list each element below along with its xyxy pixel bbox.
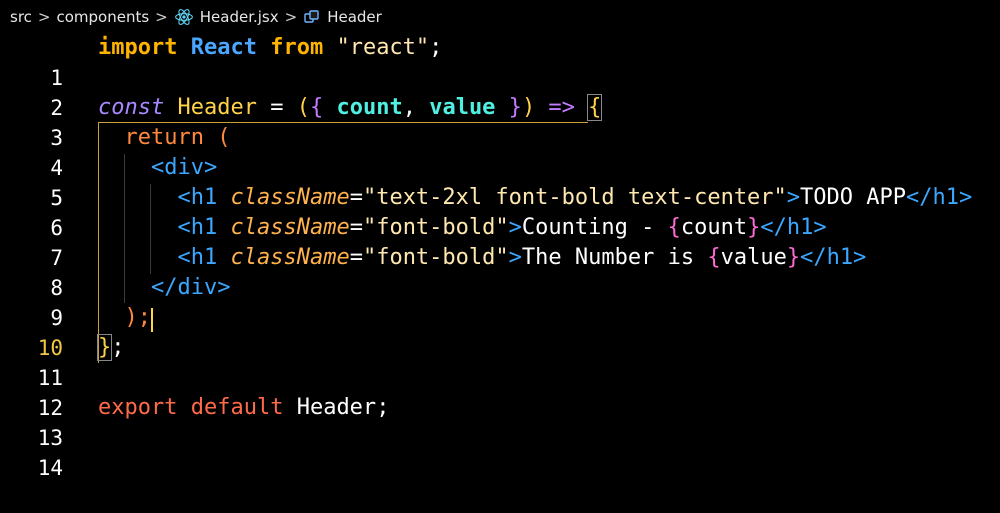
token-keyword: return <box>124 125 204 150</box>
code-content: <h1 className="font-bold">The Number is … <box>98 243 866 273</box>
token-brace-highlighted: { <box>587 94 603 121</box>
token-tag: </div> <box>150 275 231 300</box>
code-line: 4 return ( <box>0 123 1000 180</box>
chevron-right-icon: > <box>155 8 168 26</box>
token-punct: ); <box>124 305 152 330</box>
token-tag: > <box>508 245 522 270</box>
token-tag: <div> <box>150 155 218 180</box>
token-brace-highlighted: } <box>96 334 113 361</box>
token-text: The Number is <box>521 245 708 270</box>
code-line: 1 import React from "react"; <box>0 33 1000 90</box>
breadcrumb-item-src[interactable]: src <box>10 8 32 26</box>
code-line: 9 </div> <box>0 273 1000 330</box>
code-content: return ( <box>98 123 231 153</box>
code-line-active: 10 ); <box>0 303 1000 360</box>
token-brace: } <box>495 95 522 120</box>
token-paren: ( <box>203 125 231 150</box>
token-string: "font-bold" <box>362 245 509 270</box>
breadcrumb: src > components > Header.jsx > Header <box>0 0 650 34</box>
token-tag: > <box>508 215 522 240</box>
code-line: 13 export default Header; <box>0 393 1000 450</box>
code-line: 14 <box>0 423 1000 480</box>
token-jsx-brace: } <box>747 215 761 240</box>
code-content: <h1 className="font-bold">Counting - {co… <box>98 213 827 243</box>
token-text: Counting - <box>521 215 668 240</box>
token-jsx-brace: } <box>786 245 801 270</box>
token-string: "text-2xl font-bold text-center" <box>362 185 787 210</box>
token-tag: </h1> <box>800 245 867 270</box>
token-brace: { <box>309 95 337 120</box>
code-content: import React from "react"; <box>98 33 442 63</box>
code-line: 8 <h1 className="font-bold">The Number i… <box>0 243 1000 300</box>
code-line: 3 const Header = ({ count, value }) => { <box>0 93 1000 150</box>
code-editor[interactable]: 1 import React from "react"; 2 3 const H… <box>0 33 1000 480</box>
code-content: ); <box>98 303 152 333</box>
token-operator: = <box>256 95 297 120</box>
code-line: 12 <box>0 363 1000 420</box>
breadcrumb-item-symbol[interactable]: Header <box>327 8 382 26</box>
token-arrow: => <box>535 95 589 120</box>
token-identifier: React <box>190 35 257 60</box>
code-line: 11 }; <box>0 333 1000 390</box>
token-function-name: Header <box>177 95 257 120</box>
token-keyword: const <box>98 95 165 120</box>
line-number: 14 <box>37 456 63 480</box>
code-content: <div> <box>98 153 217 183</box>
token-operator: = <box>349 215 363 240</box>
token-keyword: from <box>270 35 324 60</box>
breadcrumb-item-components[interactable]: components <box>56 8 149 26</box>
token-text: TODO APP <box>800 185 907 210</box>
token-operator: = <box>349 245 363 270</box>
token-punct: , <box>402 95 430 120</box>
token-identifier: value <box>720 245 787 270</box>
token-tag: </h1> <box>760 215 827 240</box>
token-paren: ( <box>296 95 310 120</box>
token-tag: <h1 <box>177 245 218 270</box>
code-content: const Header = ({ count, value }) => { <box>98 93 603 123</box>
token-tag: <h1 <box>177 215 218 240</box>
token-tag: <h1 <box>177 185 218 210</box>
code-line: 2 <box>0 63 1000 120</box>
token-tag: </h1> <box>906 185 973 210</box>
code-content: </div> <box>98 273 230 303</box>
token-string: "react" <box>336 35 430 60</box>
token-attribute: className <box>230 185 350 210</box>
token-attribute: className <box>230 215 350 240</box>
token-attribute: className <box>230 245 350 270</box>
code-content: }; <box>96 333 125 363</box>
token-string: "font-bold" <box>362 215 509 240</box>
token-punct: ; <box>429 35 443 60</box>
token-identifier: count <box>680 215 748 240</box>
token-jsx-brace: { <box>707 245 721 270</box>
code-line: 5 <div> <box>0 153 1000 210</box>
token-paren: ) <box>521 95 536 120</box>
code-line: 6 <h1 className="text-2xl font-bold text… <box>0 183 1000 240</box>
token-param: value <box>429 95 496 120</box>
breadcrumb-item-file[interactable]: Header.jsx <box>200 8 279 26</box>
token-punct: ; <box>376 395 390 420</box>
token-keyword: default <box>190 395 284 420</box>
symbol-component-icon <box>303 8 321 26</box>
code-content: <h1 className="text-2xl font-bold text-c… <box>98 183 972 213</box>
code-line: 7 <h1 className="font-bold">Counting - {… <box>0 213 1000 270</box>
token-keyword: import <box>98 35 178 60</box>
chevron-right-icon: > <box>37 8 51 26</box>
token-jsx-brace: { <box>667 215 681 240</box>
token-keyword: export <box>98 395 178 420</box>
token-punct: ; <box>111 335 125 360</box>
chevron-right-icon: > <box>284 8 298 26</box>
token-identifier: Header <box>296 395 377 420</box>
token-param: count <box>336 95 403 120</box>
code-content: export default Header; <box>98 393 389 423</box>
token-tag: > <box>786 185 801 210</box>
token-operator: = <box>349 185 363 210</box>
react-icon <box>174 7 194 27</box>
